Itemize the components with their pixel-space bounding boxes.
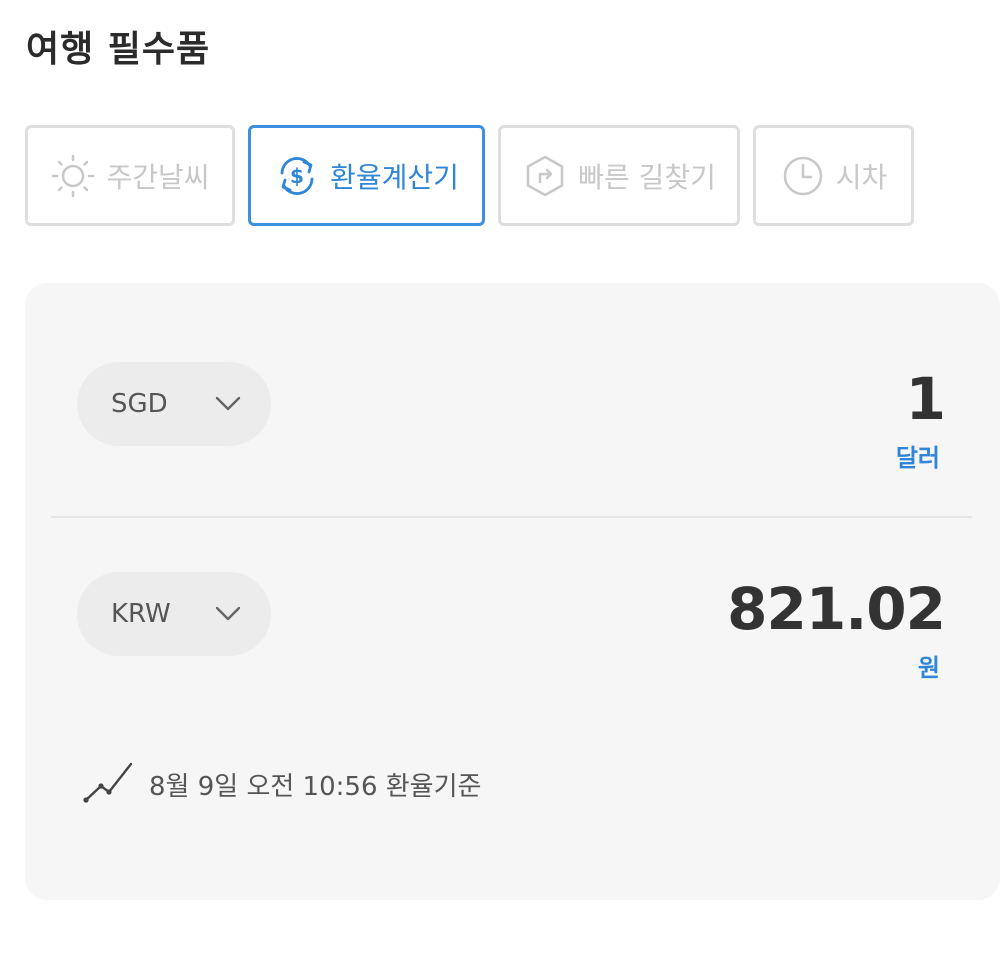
clock-icon [780,153,826,199]
page-title: 여행 필수품 [26,29,211,70]
to-currency-code: KRW [111,599,171,629]
currency-converter-panel: SGD 1 달러 KRW 821.02 원 8월 9일 오전 10:56 환율기 [25,283,1000,900]
currency-exchange-icon: $ [274,153,320,199]
divider [51,516,972,518]
to-currency-select[interactable]: KRW [77,572,271,656]
tab-label: 빠른 길찾기 [578,160,716,194]
tab-time-difference[interactable]: 시차 [753,125,914,226]
tab-label: 주간날씨 [106,160,210,194]
tab-currency-calculator[interactable]: $ 환율계산기 [248,125,485,226]
exchange-rate-note: 8월 9일 오전 10:56 환율기준 [83,758,481,811]
to-unit-label: 원 [917,654,940,682]
from-amount-input[interactable]: 1 [906,365,946,433]
tab-label: 환율계산기 [330,160,459,194]
trend-line-icon [83,758,135,811]
from-currency-select[interactable]: SGD [77,362,271,446]
sun-icon [50,153,96,199]
exchange-rate-timestamp: 8월 9일 오전 10:56 환율기준 [149,772,482,802]
tab-quick-directions[interactable]: 빠른 길찾기 [498,125,740,226]
from-currency-code: SGD [111,389,168,419]
svg-text:$: $ [290,164,304,188]
tab-label: 시차 [835,160,888,194]
tab-weekly-weather[interactable]: 주간날씨 [25,125,235,226]
from-unit-label: 달러 [895,444,940,472]
chevron-down-icon [215,390,241,416]
directions-icon [522,153,568,199]
to-amount-value: 821.02 [727,575,946,643]
chevron-down-icon [215,600,241,626]
